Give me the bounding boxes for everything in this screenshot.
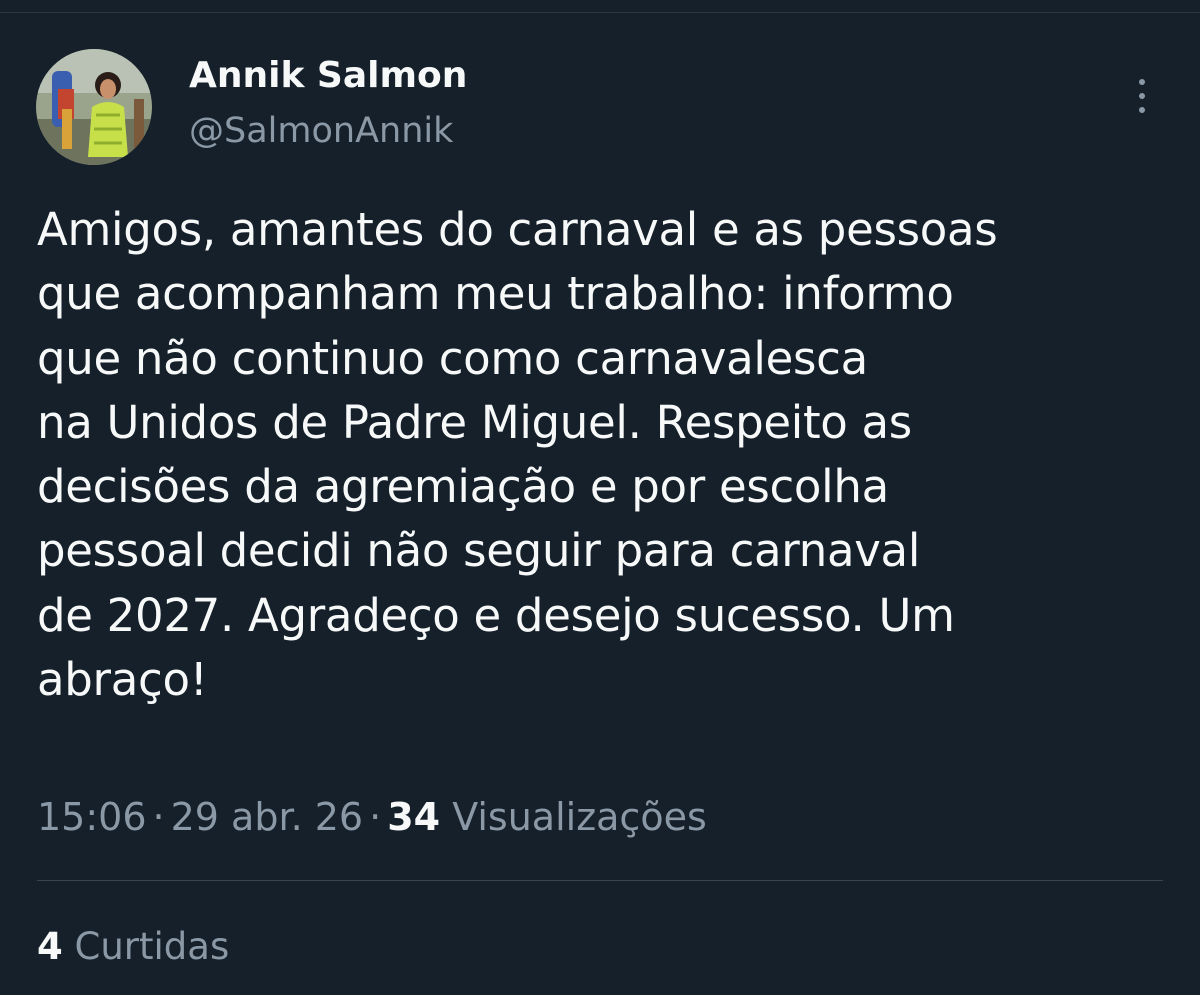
tweet-text-line: decisões da agremiação e por escolha xyxy=(37,460,889,514)
meta-separator: · xyxy=(369,795,382,839)
tweet-date[interactable]: 29 abr. 26 xyxy=(171,795,364,839)
more-options-button[interactable] xyxy=(1122,74,1162,118)
stats-divider xyxy=(37,880,1163,881)
author-avatar[interactable] xyxy=(36,49,152,165)
tweet-text-line: pessoal decidi não seguir para carnaval xyxy=(37,524,921,578)
views-count: 34 xyxy=(387,795,441,839)
likes-count: 4 xyxy=(37,925,63,968)
top-divider xyxy=(0,12,1200,13)
author-display-name[interactable]: Annik Salmon xyxy=(189,52,467,100)
more-vertical-icon-dot xyxy=(1139,107,1145,113)
meta-separator: · xyxy=(152,795,165,839)
tweet-text-line: abraço! xyxy=(37,653,208,707)
views-label: Visualizações xyxy=(452,795,707,839)
tweet-text-line: que acompanham meu trabalho: informo xyxy=(37,267,954,321)
tweet-meta: 15:06 · 29 abr. 26 · 34 Visualizações xyxy=(37,791,707,843)
tweet-text: Amigos, amantes do carnaval e as pessoas… xyxy=(37,198,1167,712)
tweet-text-line: Amigos, amantes do carnaval e as pessoas xyxy=(37,203,998,256)
more-vertical-icon-dot xyxy=(1139,93,1145,99)
tweet-text-line: de 2027. Agradeço e desejo sucesso. Um xyxy=(37,588,955,642)
tweet-time[interactable]: 15:06 xyxy=(37,795,147,839)
author-handle[interactable]: @SalmonAnnik xyxy=(189,107,453,155)
tweet-text-line: que não continuo como carnavalesca xyxy=(37,331,868,385)
tweet-text-line: na Unidos de Padre Miguel. Respeito as xyxy=(37,395,912,449)
more-vertical-icon xyxy=(1139,79,1145,85)
likes-link[interactable]: 4 Curtidas xyxy=(37,922,229,972)
profile-photo-icon xyxy=(36,49,152,165)
likes-label: Curtidas xyxy=(74,925,230,968)
